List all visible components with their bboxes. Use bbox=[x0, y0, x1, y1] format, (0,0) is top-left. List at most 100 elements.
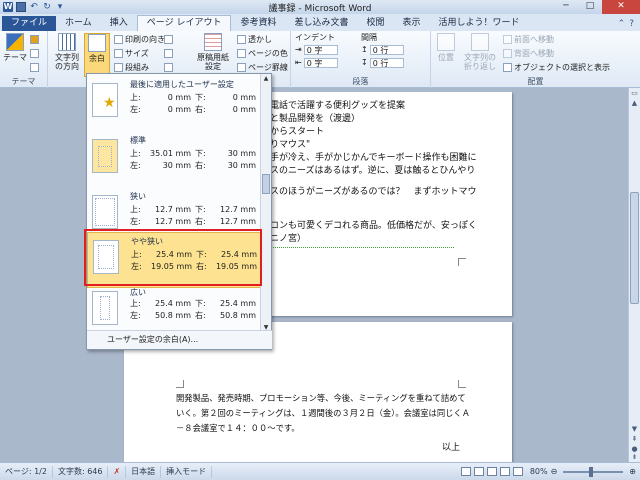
scroll-down-icon[interactable]: ▼ bbox=[629, 424, 640, 434]
doc-line: りマウス" bbox=[270, 140, 311, 150]
orientation-button[interactable]: 印刷の向き bbox=[114, 34, 165, 45]
tab-references[interactable]: 参考資料 bbox=[231, 16, 285, 31]
doc-line: スのほうがニーズがあるのでは？ まずホットマウ bbox=[270, 187, 477, 197]
proofing-icon[interactable]: ✗ bbox=[108, 465, 127, 478]
bring-forward-button[interactable]: 前面へ移動 bbox=[503, 34, 554, 45]
zoom-level[interactable]: 80% bbox=[530, 467, 548, 476]
breaks-button[interactable] bbox=[164, 34, 173, 45]
maximize-button[interactable]: □ bbox=[578, 0, 602, 14]
page-borders-button[interactable]: ページ罫線 bbox=[237, 62, 288, 73]
page-color-button[interactable]: ページの色 bbox=[237, 48, 288, 59]
previous-page-icon[interactable]: ⇞ bbox=[629, 434, 640, 444]
minimize-ribbon-icon[interactable]: ⌃ bbox=[618, 19, 626, 29]
draft-view-icon[interactable] bbox=[512, 467, 523, 476]
dropdown-scrollbar[interactable]: ▲ ▼ bbox=[260, 74, 271, 332]
hyphenation-button[interactable] bbox=[164, 62, 173, 73]
star-icon: ★ bbox=[103, 95, 116, 111]
indent-right-field[interactable]: 0 字 bbox=[303, 57, 338, 68]
help-icon[interactable]: ? bbox=[629, 19, 634, 29]
theme-colors-icon[interactable] bbox=[30, 35, 39, 44]
outline-view-icon[interactable] bbox=[499, 467, 510, 476]
print-layout-view-icon[interactable] bbox=[460, 467, 471, 476]
tab-page-layout[interactable]: ページ レイアウト bbox=[136, 15, 232, 31]
minimize-button[interactable]: ─ bbox=[554, 0, 578, 14]
zoom-slider-knob[interactable] bbox=[589, 466, 594, 477]
columns-button[interactable]: 段組み bbox=[114, 62, 149, 73]
group-themes: テーマ テーマ bbox=[0, 31, 48, 88]
language[interactable]: 日本語 bbox=[126, 465, 162, 478]
closing-text: 以上 bbox=[442, 443, 461, 453]
theme-effects-icon[interactable] bbox=[30, 63, 39, 72]
indent-left-field[interactable]: 0 字 bbox=[303, 44, 338, 55]
crop-mark bbox=[458, 258, 466, 266]
dropdown-scroll-thumb[interactable] bbox=[262, 174, 270, 194]
normal-page-icon bbox=[92, 139, 118, 173]
send-backward-button[interactable]: 背面へ移動 bbox=[503, 48, 554, 59]
group-arrange-label: 配置 bbox=[527, 77, 544, 86]
spacing-after-field[interactable]: 0 行 bbox=[369, 57, 404, 68]
scroll-up-icon[interactable]: ▲ bbox=[261, 74, 271, 83]
custom-margins-item[interactable]: ユーザー設定の余白(A)... bbox=[87, 330, 272, 349]
dotted-line bbox=[270, 247, 454, 248]
size-button[interactable]: サイズ bbox=[114, 48, 149, 59]
line-numbers-icon bbox=[164, 49, 173, 58]
breaks-icon bbox=[164, 35, 173, 44]
full-screen-view-icon[interactable] bbox=[473, 467, 484, 476]
crop-mark bbox=[458, 380, 466, 388]
doc-line: ニノ宮） bbox=[270, 234, 307, 244]
page-count[interactable]: ページ: 1/2 bbox=[0, 465, 53, 478]
ruler-toggle-icon[interactable]: ▭ bbox=[629, 88, 640, 98]
insert-mode[interactable]: 挿入モード bbox=[161, 465, 213, 478]
doc-line: からスタート bbox=[270, 127, 325, 137]
option-title: 広い bbox=[130, 288, 146, 297]
status-bar: ページ: 1/2 文字数: 646 ✗ 日本語 挿入モード 80% ⊖ ⊕ bbox=[0, 462, 640, 480]
tab-home[interactable]: ホーム bbox=[56, 16, 101, 31]
doc-line: スのニーズはあるはず。逆に、夏は触るとひんやり bbox=[270, 166, 476, 176]
margin-option-wide[interactable]: 広い 上: 25.4 mm 下: 25.4 mm 左: 50.8 mm 右: 50.8 mm bbox=[87, 284, 262, 332]
wrap-text-button[interactable]: 文字列の折り返し bbox=[463, 33, 497, 71]
indent-heading: インデント bbox=[295, 33, 335, 42]
manuscript-button[interactable]: 原稿用紙設定 bbox=[196, 33, 230, 71]
web-layout-view-icon[interactable] bbox=[486, 467, 497, 476]
scroll-thumb[interactable] bbox=[630, 192, 639, 304]
hyphenation-icon bbox=[164, 63, 173, 72]
text-direction-button[interactable]: 文字列の方向 bbox=[52, 33, 82, 71]
theme-fonts-icon[interactable] bbox=[30, 49, 39, 58]
themes-button[interactable]: テーマ bbox=[2, 33, 28, 62]
watermark-icon bbox=[237, 35, 246, 44]
text-direction-icon bbox=[58, 33, 76, 51]
tab-review[interactable]: 校閲 bbox=[357, 16, 393, 31]
tab-file[interactable]: ファイル bbox=[2, 16, 57, 31]
margins-label: 余白 bbox=[89, 54, 105, 63]
spacing-before-field[interactable]: 0 行 bbox=[369, 44, 404, 55]
selection-pane-button[interactable]: オブジェクトの選択と表示 bbox=[503, 62, 610, 73]
watermark-button[interactable]: 透かし bbox=[237, 34, 272, 45]
last-custom-page-icon: ★ bbox=[92, 83, 118, 117]
tab-insert[interactable]: 挿入 bbox=[101, 16, 137, 31]
vertical-scrollbar[interactable]: ▭ ▲ ▼ ⇞ ● ⇟ bbox=[628, 88, 640, 462]
margins-button[interactable]: 余白 bbox=[84, 33, 110, 77]
scroll-up-icon[interactable]: ▲ bbox=[629, 98, 640, 108]
zoom-slider[interactable] bbox=[563, 466, 624, 477]
narrow-page-icon bbox=[92, 195, 118, 229]
next-page-icon[interactable]: ⇟ bbox=[629, 452, 640, 462]
position-button[interactable]: 位置 bbox=[433, 33, 459, 62]
line-numbers-button[interactable] bbox=[164, 48, 173, 59]
position-icon bbox=[437, 33, 455, 51]
zoom-out-icon[interactable]: ⊖ bbox=[551, 467, 558, 476]
tab-mailings[interactable]: 差し込み文書 bbox=[285, 16, 357, 31]
themes-icon bbox=[6, 33, 24, 51]
tab-view[interactable]: 表示 bbox=[394, 16, 430, 31]
text-direction-label: 文字列の方向 bbox=[55, 53, 79, 71]
page-color-icon bbox=[237, 49, 246, 58]
word-count[interactable]: 文字数: 646 bbox=[53, 465, 109, 478]
margin-option-normal[interactable]: 標準 上: 35.01 mm 下: 30 mm 左: 30 mm 右: 30 mm bbox=[87, 132, 262, 188]
indent-left-icon: ⇥ bbox=[295, 45, 302, 54]
tab-addin[interactable]: 活用しよう！ワード bbox=[430, 16, 529, 31]
margin-option-last-custom[interactable]: ★ 最後に適用したユーザー設定 上: 0 mm 下: 0 mm 左: 0 mm 右: 0 m… bbox=[87, 76, 262, 132]
crop-mark bbox=[176, 380, 184, 388]
zoom-in-icon[interactable]: ⊕ bbox=[629, 467, 636, 476]
manuscript-label: 原稿用紙設定 bbox=[197, 53, 229, 71]
option-title: 標準 bbox=[130, 136, 146, 145]
close-button[interactable]: ✕ bbox=[602, 0, 640, 14]
